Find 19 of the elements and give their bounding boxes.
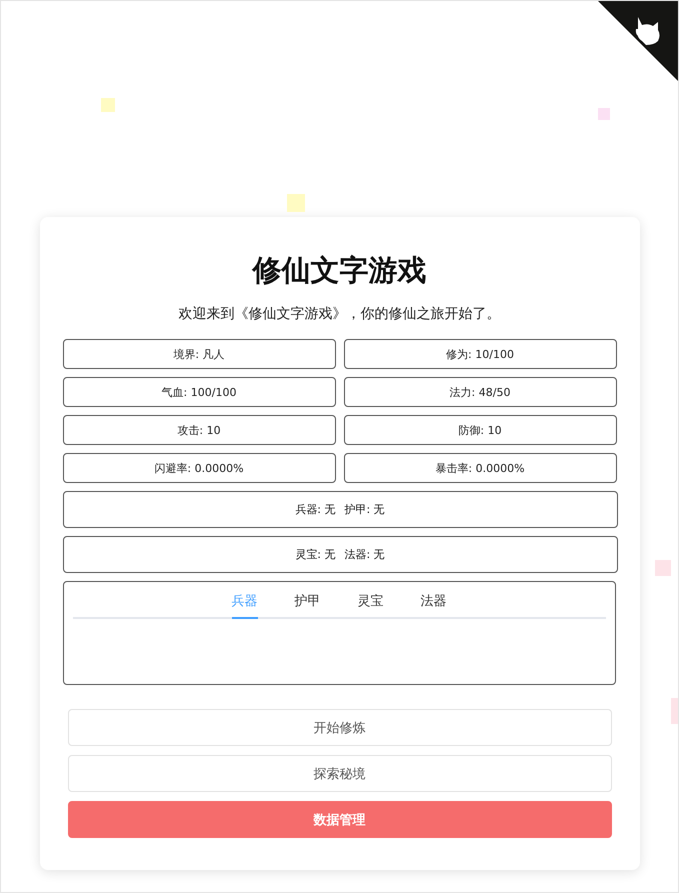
game-title: 修仙文字游戏 <box>252 252 426 289</box>
stat-cell: 法力: 48/50 <box>344 377 616 407</box>
action-button[interactable]: 开始修炼 <box>68 709 612 746</box>
intro-text: 欢迎来到《修仙文字游戏》，你的修仙之旅开始了。 <box>178 305 500 323</box>
equipment-tab[interactable]: 护甲 <box>294 582 320 619</box>
equipment-slot: 兵器: 无 <box>295 502 336 517</box>
action-button[interactable]: 探索秘境 <box>68 755 612 792</box>
stat-cell: 闪避率: 0.0000% <box>62 453 336 483</box>
equipment-slot: 护甲: 无 <box>344 502 385 517</box>
stat-cell: 防御: 10 <box>344 415 616 445</box>
stat-cell: 暴击率: 0.0000% <box>344 453 616 483</box>
stat-cell: 攻击: 10 <box>62 415 336 445</box>
stat-cell: 修为: 10/100 <box>344 339 616 369</box>
stat-cell: 境界: 凡人 <box>62 339 336 369</box>
equipment-slot: 法器: 无 <box>344 547 385 562</box>
equipment-tab[interactable]: 灵宝 <box>358 582 384 619</box>
equipment-tab[interactable]: 法器 <box>420 582 446 619</box>
equipment-slot: 灵宝: 无 <box>295 547 336 562</box>
stat-cell: 气血: 100/100 <box>62 377 336 407</box>
